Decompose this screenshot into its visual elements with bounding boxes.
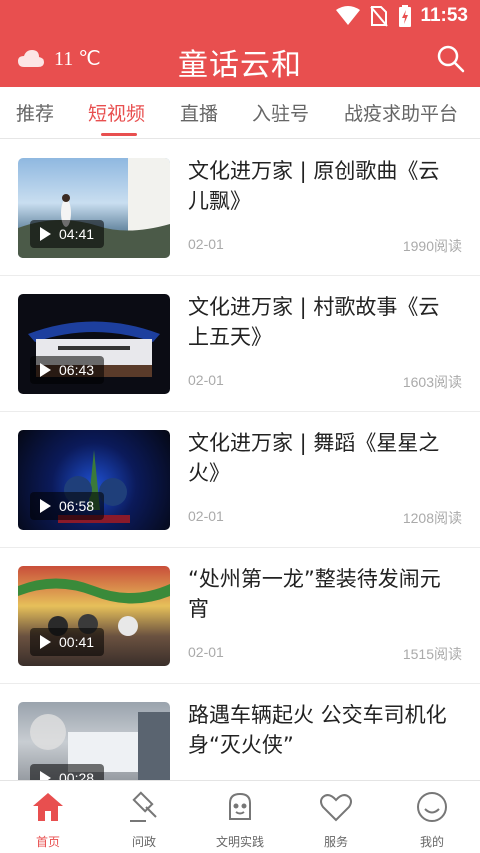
mascot-icon bbox=[229, 792, 251, 820]
wifi-icon bbox=[336, 6, 361, 25]
video-read-count: 1990阅读 bbox=[402, 238, 462, 254]
duration-badge: 04:41 bbox=[30, 220, 105, 248]
category-tabs: 推荐 短视频 直播 入驻号 战疫求助平台 bbox=[0, 87, 480, 139]
video-date: 02-01 bbox=[188, 644, 224, 660]
play-icon bbox=[40, 635, 51, 649]
home-icon bbox=[33, 793, 63, 821]
video-item[interactable]: 00:28 路遇车辆起火 公交车司机化身“灭火侠” bbox=[0, 684, 480, 780]
video-read-count: 1603阅读 bbox=[402, 374, 462, 390]
smiley-icon bbox=[417, 792, 447, 822]
video-date: 02-01 bbox=[188, 236, 224, 252]
tab-epidemic-help[interactable]: 战疫求助平台 bbox=[344, 99, 458, 126]
tab-live[interactable]: 直播 bbox=[180, 99, 218, 126]
gavel-icon bbox=[130, 791, 157, 822]
video-item[interactable]: 04:41 文化进万家 | 原创歌曲《云儿飘》 02-01 1990阅读 bbox=[0, 140, 480, 276]
clock: 11:53 bbox=[420, 5, 468, 26]
video-title[interactable]: 路遇车辆起火 公交车司机化身“灭火侠” bbox=[188, 700, 460, 760]
video-thumbnail[interactable]: 04:41 bbox=[18, 158, 170, 258]
video-item[interactable]: 06:43 文化进万家 | 村歌故事《云上五天》 02-01 1603阅读 bbox=[0, 276, 480, 412]
video-thumbnail[interactable]: 06:43 bbox=[18, 294, 170, 394]
status-bar: 11:53 bbox=[0, 0, 480, 32]
video-item[interactable]: 00:41 “处州第一龙”整装待发闹元宵 02-01 1515阅读 bbox=[0, 548, 480, 684]
duration-badge: 00:41 bbox=[30, 628, 105, 656]
video-title[interactable]: 文化进万家 | 舞蹈《星星之火》 bbox=[188, 428, 460, 488]
video-read-count: 1515阅读 bbox=[402, 646, 462, 662]
duration-badge: 06:58 bbox=[30, 492, 105, 520]
tab-accounts[interactable]: 入驻号 bbox=[252, 99, 309, 126]
nav-profile[interactable]: 我的 bbox=[384, 789, 480, 850]
video-date: 02-01 bbox=[188, 372, 224, 388]
heart-icon bbox=[320, 794, 352, 822]
video-thumbnail[interactable]: 00:28 bbox=[18, 702, 170, 780]
app-header: 11 ℃ 童话云和 bbox=[0, 32, 480, 87]
video-title[interactable]: “处州第一龙”整装待发闹元宵 bbox=[188, 564, 460, 624]
video-title[interactable]: 文化进万家 | 原创歌曲《云儿飘》 bbox=[188, 156, 460, 216]
tab-short-video[interactable]: 短视频 bbox=[88, 99, 145, 126]
search-button[interactable] bbox=[436, 44, 466, 74]
app-title: 童话云和 bbox=[178, 48, 302, 83]
video-title[interactable]: 文化进万家 | 村歌故事《云上五天》 bbox=[188, 292, 460, 352]
video-thumbnail[interactable]: 00:41 bbox=[18, 566, 170, 666]
nav-civilization-practice[interactable]: 文明实践 bbox=[192, 789, 288, 850]
bottom-nav: 首页 问政 文明实践 服务 我的 bbox=[0, 780, 480, 853]
play-icon bbox=[40, 227, 51, 241]
search-icon bbox=[437, 45, 465, 73]
nav-home[interactable]: 首页 bbox=[0, 789, 96, 850]
video-read-count: 1208阅读 bbox=[402, 510, 462, 526]
active-tab-indicator bbox=[101, 133, 137, 136]
nav-inquiry[interactable]: 问政 bbox=[96, 789, 192, 850]
battery-charging-icon bbox=[399, 5, 412, 27]
play-icon bbox=[40, 499, 51, 513]
duration-badge: 06:43 bbox=[30, 356, 105, 384]
no-sim-icon bbox=[370, 6, 389, 27]
video-list[interactable]: 04:41 文化进万家 | 原创歌曲《云儿飘》 02-01 1990阅读 06:… bbox=[0, 140, 480, 780]
tab-recommend[interactable]: 推荐 bbox=[16, 99, 54, 126]
nav-services[interactable]: 服务 bbox=[288, 789, 384, 850]
video-item[interactable]: 06:58 文化进万家 | 舞蹈《星星之火》 02-01 1208阅读 bbox=[0, 412, 480, 548]
duration-badge: 00:28 bbox=[30, 764, 105, 780]
play-icon bbox=[40, 771, 51, 780]
play-icon bbox=[40, 363, 51, 377]
video-thumbnail[interactable]: 06:58 bbox=[18, 430, 170, 530]
video-date: 02-01 bbox=[188, 508, 224, 524]
